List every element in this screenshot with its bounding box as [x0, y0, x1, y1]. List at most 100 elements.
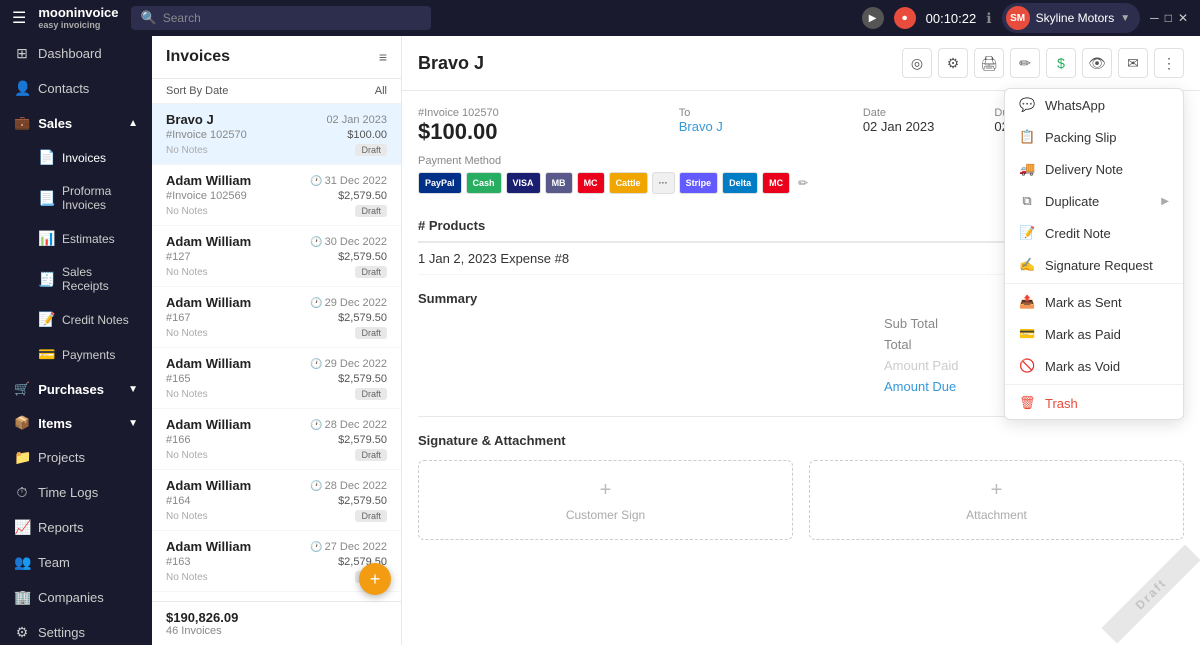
sidebar-label: Contacts [38, 81, 89, 96]
list-item[interactable]: Adam William 🕐29 Dec 2022 #167 $2,579.50… [152, 287, 401, 348]
list-item[interactable]: Adam William 🕐28 Dec 2022 #166 $2,579.50… [152, 409, 401, 470]
sidebar-section-purchases[interactable]: 🛒 Purchases ▼ [0, 372, 152, 406]
invoice-number: #165 [166, 373, 190, 385]
sidebar-item-estimates[interactable]: 📊 Estimates [28, 221, 152, 256]
dropdown-packing-slip[interactable]: 📋 Packing Slip [1005, 121, 1183, 153]
amount-paid-label: Amount Paid [884, 358, 958, 373]
filter-icon[interactable]: ≡ [379, 49, 387, 65]
list-item[interactable]: Mike Anthony 06 Dec 2022 #162 $19.99 No … [152, 592, 401, 601]
eye-button[interactable]: 👁 [1082, 48, 1112, 78]
print-button[interactable]: 🖨 [974, 48, 1004, 78]
dashboard-icon: ⊞ [14, 45, 30, 62]
list-item[interactable]: Adam William 🕐31 Dec 2022 #Invoice 10256… [152, 165, 401, 226]
list-item[interactable]: Adam William 🕐29 Dec 2022 #165 $2,579.50… [152, 348, 401, 409]
edit-button[interactable]: ✏ [1010, 48, 1040, 78]
sidebar-sales-sub: 📄 Invoices 📃 Proforma Invoices 📊 Estimat… [0, 140, 152, 372]
timelogs-icon: ⏱ [14, 484, 30, 501]
user-menu[interactable]: SM Skyline Motors ▼ [1002, 3, 1141, 33]
list-item[interactable]: Adam William 🕐30 Dec 2022 #127 $2,579.50… [152, 226, 401, 287]
invoice-notes: No Notes [166, 267, 208, 278]
sort-dropdown[interactable]: Sort By Date [166, 85, 228, 97]
mark-void-icon: 🚫 [1019, 358, 1035, 374]
customer-sign-box[interactable]: + Customer Sign [418, 460, 793, 540]
sidebar-item-timelogs[interactable]: ⏱ Time Logs [0, 475, 152, 510]
dropdown-signature-request[interactable]: ✍ Signature Request [1005, 249, 1183, 281]
dropdown-mark-sent[interactable]: 📤 Mark as Sent [1005, 286, 1183, 318]
list-item[interactable]: Adam William 🕐28 Dec 2022 #164 $2,579.50… [152, 470, 401, 531]
dropdown-credit-note[interactable]: 📝 Credit Note [1005, 217, 1183, 249]
close-button[interactable]: ✕ [1178, 11, 1188, 25]
dropdown-whatsapp[interactable]: 💬 WhatsApp [1005, 89, 1183, 121]
sidebar-item-team[interactable]: 👥 Team [0, 545, 152, 580]
search-bar[interactable]: 🔍 [131, 6, 431, 30]
sidebar-item-credit-notes[interactable]: 📝 Credit Notes [28, 302, 152, 337]
status-badge: Draft [355, 144, 387, 156]
dropdown-label: Mark as Void [1045, 359, 1120, 374]
dropdown-mark-paid[interactable]: 💳 Mark as Paid [1005, 318, 1183, 350]
dropdown-label: Credit Note [1045, 226, 1111, 241]
stop-button[interactable]: ⏺ [894, 7, 916, 29]
sidebar-item-receipts[interactable]: 🧾 Sales Receipts [28, 256, 152, 302]
edit-payment-icon[interactable]: ✏ [798, 176, 808, 190]
search-input[interactable] [163, 11, 421, 25]
sidebar-item-contacts[interactable]: 👤 Contacts [0, 71, 152, 106]
signature-icon: ✍ [1019, 257, 1035, 273]
attachment-box[interactable]: + Attachment [809, 460, 1184, 540]
maximize-button[interactable]: □ [1165, 11, 1172, 25]
to-label: To [679, 107, 723, 119]
sidebar-item-companies[interactable]: 🏢 Companies [0, 580, 152, 615]
invoice-date: 🕐28 Dec 2022 [310, 419, 387, 431]
settings-button[interactable]: ⚙ [938, 48, 968, 78]
payment-button[interactable]: $ [1046, 48, 1076, 78]
product-name: 1 Jan 2, 2023 Expense #8 [418, 251, 569, 266]
list-item[interactable]: Bravo J 02 Jan 2023 #Invoice 102570 $100… [152, 104, 401, 165]
add-invoice-button[interactable]: + [359, 563, 391, 595]
invoice-amount: $2,579.50 [338, 434, 387, 446]
purchases-icon: 🛒 [14, 381, 30, 397]
discount-button[interactable]: ◎ [902, 48, 932, 78]
chevron-down-icon2: ▼ [128, 418, 138, 429]
minimize-button[interactable]: ─ [1150, 11, 1159, 25]
payments-icon: 💳 [38, 346, 54, 363]
dropdown-trash[interactable]: 🗑 Trash [1005, 387, 1183, 419]
to-value[interactable]: Bravo J [679, 119, 723, 134]
sidebar-label: Companies [38, 590, 104, 605]
sidebar-section-sales[interactable]: 💼 Sales ▲ [0, 106, 152, 140]
sidebar-item-proforma[interactable]: 📃 Proforma Invoices [28, 175, 152, 221]
invoice-list-title: Invoices [166, 48, 230, 66]
packing-slip-icon: 📋 [1019, 129, 1035, 145]
more-button[interactable]: ⋮ [1154, 48, 1184, 78]
play-button[interactable]: ▶ [862, 7, 884, 29]
info-icon[interactable]: ℹ [986, 10, 991, 27]
invoice-notes: No Notes [166, 206, 208, 217]
sidebar-item-payments[interactable]: 💳 Payments [28, 337, 152, 372]
dropdown-delivery-note[interactable]: 🚚 Delivery Note [1005, 153, 1183, 185]
dropdown-mark-void[interactable]: 🚫 Mark as Void [1005, 350, 1183, 382]
products-title: # Products [418, 218, 485, 233]
sidebar-item-projects[interactable]: 📁 Projects [0, 440, 152, 475]
receipts-icon: 🧾 [38, 271, 54, 288]
sidebar-item-settings[interactable]: ⚙ Settings [0, 615, 152, 645]
credit-note-icon: 📝 [1019, 225, 1035, 241]
reports-icon: 📈 [14, 519, 30, 536]
invoice-notes: No Notes [166, 328, 208, 339]
hamburger-menu[interactable]: ☰ [12, 8, 26, 28]
dropdown-label: Mark as Sent [1045, 295, 1122, 310]
invoice-date: 🕐27 Dec 2022 [310, 541, 387, 553]
sidebar-label: Estimates [62, 232, 115, 246]
chevron-down-icon: ▼ [128, 384, 138, 395]
email-button[interactable]: ✉ [1118, 48, 1148, 78]
invoice-date: 🕐31 Dec 2022 [310, 175, 387, 187]
sidebar-item-invoices[interactable]: 📄 Invoices [28, 140, 152, 175]
sidebar-item-reports[interactable]: 📈 Reports [0, 510, 152, 545]
sig-boxes: + Customer Sign + Attachment [418, 460, 1184, 540]
main-layout: ⊞ Dashboard 👤 Contacts 💼 Sales ▲ 📄 Invoi… [0, 36, 1200, 645]
add-sign-icon: + [600, 479, 612, 502]
sidebar-section-items[interactable]: 📦 Items ▼ [0, 406, 152, 440]
sidebar-item-dashboard[interactable]: ⊞ Dashboard [0, 36, 152, 71]
date-value: 02 Jan 2023 [863, 119, 935, 134]
sales-icon: 💼 [14, 115, 30, 131]
dropdown-duplicate[interactable]: ⧉ Duplicate ▶ [1005, 185, 1183, 217]
invoice-client-name: Adam William [166, 478, 251, 493]
filter-all[interactable]: All [375, 85, 387, 97]
